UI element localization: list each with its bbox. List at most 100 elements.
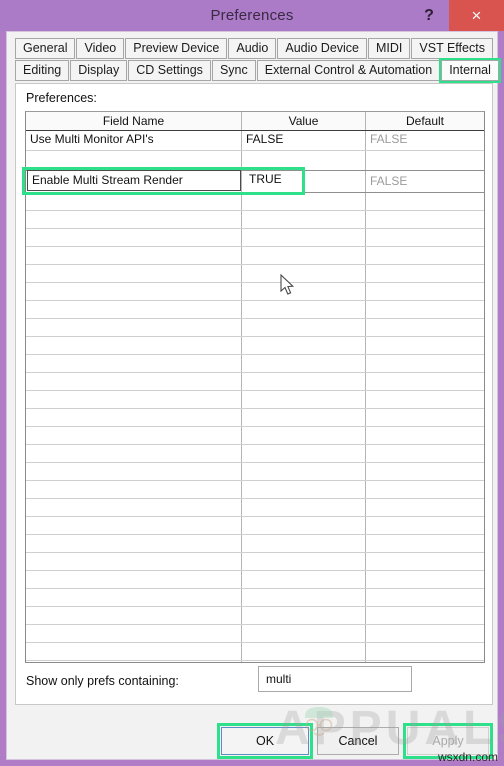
cell-value[interactable] xyxy=(242,391,366,408)
cell-field-name[interactable] xyxy=(26,283,242,300)
cell-field-name[interactable] xyxy=(26,481,242,498)
help-button[interactable]: ? xyxy=(416,3,442,28)
cell-value[interactable] xyxy=(242,571,366,588)
cell-field-name[interactable] xyxy=(26,607,242,624)
cell-field-name[interactable] xyxy=(26,151,242,170)
cell-value[interactable] xyxy=(242,301,366,318)
table-row[interactable] xyxy=(26,445,484,463)
tab-sync[interactable]: Sync xyxy=(211,60,256,81)
cell-value[interactable] xyxy=(242,283,366,300)
cell-value[interactable] xyxy=(242,211,366,228)
table-row[interactable] xyxy=(26,535,484,553)
column-header-value[interactable]: Value xyxy=(242,112,366,130)
filter-input[interactable] xyxy=(258,666,412,692)
cell-field-name[interactable] xyxy=(26,571,242,588)
cell-field-name[interactable] xyxy=(26,409,242,426)
table-row[interactable] xyxy=(26,607,484,625)
tab-video[interactable]: Video xyxy=(76,38,125,59)
tab-vst-effects[interactable]: VST Effects xyxy=(411,38,493,59)
cell-value[interactable] xyxy=(242,607,366,624)
tab-internal[interactable]: Internal xyxy=(439,58,501,83)
cell-field-name[interactable] xyxy=(26,355,242,372)
cell-value[interactable] xyxy=(242,193,366,210)
table-row[interactable] xyxy=(26,337,484,355)
cell-field-name[interactable] xyxy=(26,427,242,444)
table-row[interactable] xyxy=(26,391,484,409)
table-row[interactable] xyxy=(26,517,484,535)
cell-field-name[interactable] xyxy=(26,661,242,662)
cell-value[interactable] xyxy=(242,265,366,282)
cell-value[interactable] xyxy=(242,373,366,390)
cell-value[interactable] xyxy=(242,409,366,426)
cell-value[interactable] xyxy=(242,337,366,354)
cell-field-name[interactable] xyxy=(26,445,242,462)
cell-value[interactable] xyxy=(242,229,366,246)
cell-value[interactable] xyxy=(242,517,366,534)
tab-audio-device[interactable]: Audio Device xyxy=(277,38,368,59)
cell-field-name[interactable] xyxy=(26,247,242,264)
table-row[interactable] xyxy=(26,499,484,517)
cell-field-name[interactable] xyxy=(26,625,242,642)
cell-value[interactable] xyxy=(242,319,366,336)
tab-editing[interactable]: Editing xyxy=(15,60,70,81)
cell-value[interactable] xyxy=(242,463,366,480)
cell-field-name[interactable] xyxy=(26,553,242,570)
cell-field-name[interactable] xyxy=(26,391,242,408)
tab-cd-settings[interactable]: CD Settings xyxy=(128,60,211,81)
table-row[interactable] xyxy=(26,247,484,265)
cell-value[interactable] xyxy=(242,481,366,498)
cell-field-name[interactable] xyxy=(26,643,242,660)
table-row[interactable] xyxy=(26,571,484,589)
cell-value[interactable] xyxy=(242,625,366,642)
table-row[interactable] xyxy=(26,151,484,171)
tab-preview-device[interactable]: Preview Device xyxy=(125,38,228,59)
cell-value[interactable] xyxy=(242,151,366,170)
table-row[interactable] xyxy=(26,553,484,571)
table-row[interactable] xyxy=(26,301,484,319)
table-row[interactable] xyxy=(26,211,484,229)
table-row[interactable] xyxy=(26,463,484,481)
cell-value[interactable] xyxy=(242,427,366,444)
table-row[interactable] xyxy=(26,229,484,247)
table-row[interactable] xyxy=(26,589,484,607)
cell-field-name[interactable]: Use Multi Monitor API's xyxy=(26,131,242,150)
close-icon[interactable]: × xyxy=(449,0,504,31)
cell-field-name[interactable] xyxy=(26,373,242,390)
table-row[interactable] xyxy=(26,193,484,211)
cell-value[interactable] xyxy=(242,535,366,552)
cancel-button[interactable]: Cancel xyxy=(317,727,399,755)
tab-display[interactable]: Display xyxy=(70,60,128,81)
cell-value[interactable] xyxy=(242,247,366,264)
table-row[interactable] xyxy=(26,409,484,427)
cell-field-name[interactable] xyxy=(26,517,242,534)
table-row[interactable] xyxy=(26,625,484,643)
cell-field-name[interactable] xyxy=(26,337,242,354)
cell-value[interactable] xyxy=(242,355,366,372)
tab-midi[interactable]: MIDI xyxy=(368,38,411,59)
cell-value[interactable]: FALSE xyxy=(242,131,366,150)
table-row[interactable] xyxy=(26,427,484,445)
cell-field-name[interactable] xyxy=(26,589,242,606)
cell-field-name[interactable] xyxy=(26,499,242,516)
table-row[interactable]: Use Multi Monitor API's FALSE FALSE xyxy=(26,131,484,151)
tab-general[interactable]: General xyxy=(15,38,76,59)
column-header-default[interactable]: Default xyxy=(366,112,484,130)
field-name-edit-box[interactable]: Enable Multi Stream Render xyxy=(27,170,241,191)
table-row[interactable] xyxy=(26,661,484,662)
value-edit-box[interactable]: TRUE xyxy=(245,170,315,191)
cell-value[interactable] xyxy=(242,589,366,606)
cell-value[interactable] xyxy=(242,643,366,660)
cell-field-name[interactable] xyxy=(26,319,242,336)
cell-field-name[interactable] xyxy=(26,301,242,318)
cell-field-name[interactable] xyxy=(26,229,242,246)
table-row[interactable] xyxy=(26,283,484,301)
preferences-grid[interactable]: Field Name Value Default Use Multi Monit… xyxy=(25,111,485,663)
cell-field-name[interactable] xyxy=(26,211,242,228)
ok-button[interactable]: OK xyxy=(221,727,309,755)
cell-value[interactable] xyxy=(242,445,366,462)
table-row[interactable] xyxy=(26,643,484,661)
cell-value[interactable] xyxy=(242,553,366,570)
cell-value[interactable] xyxy=(242,661,366,662)
cell-value[interactable] xyxy=(242,499,366,516)
table-row[interactable] xyxy=(26,481,484,499)
